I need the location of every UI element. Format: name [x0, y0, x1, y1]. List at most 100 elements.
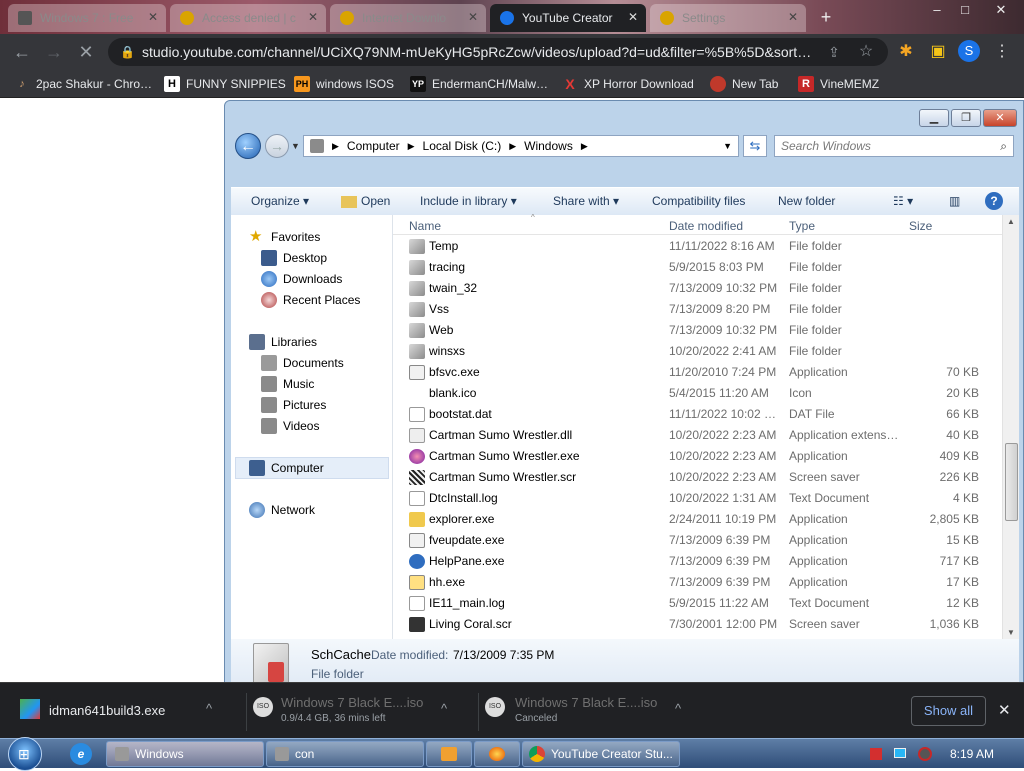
tab-access-denied[interactable]: Access denied | c ✕ — [170, 4, 326, 32]
share-with-button[interactable]: Share with ▾ — [553, 194, 619, 208]
taskbar-explorer[interactable]: Windows — [106, 741, 264, 767]
close-icon[interactable]: ✕ — [468, 10, 478, 24]
scroll-down-icon[interactable]: ▼ — [1007, 628, 1015, 637]
nav-favorites[interactable]: ★ Favorites — [249, 227, 320, 247]
file-row[interactable]: IE11_main.log 5/9/2015 11:22 AM Text Docum… — [393, 592, 1003, 613]
file-row[interactable]: Cartman Sumo Wrestler.scr 10/20/2022 2:23… — [393, 466, 1003, 487]
close-icon[interactable]: ✕ — [788, 10, 798, 24]
column-type[interactable]: Type — [789, 219, 815, 233]
file-row[interactable]: Living Coral.scr 7/30/2001 12:00 PM Screen… — [393, 613, 1003, 634]
nav-libraries[interactable]: Libraries — [249, 332, 317, 352]
back-arrow-icon[interactable]: ← — [10, 40, 34, 64]
file-row[interactable]: HelpPane.exe 7/13/2009 6:39 PM Application… — [393, 550, 1003, 571]
internet-explorer-icon[interactable]: e — [70, 743, 92, 765]
nav-videos[interactable]: Videos — [261, 416, 319, 436]
file-row[interactable]: blank.ico 5/4/2015 11:20 AM Icon 20 KB — [393, 382, 1003, 403]
explorer-minimize-button[interactable]: ▁ — [919, 109, 949, 127]
bookmark-funny-snippies[interactable]: H FUNNY SNIPPIES — [164, 75, 286, 93]
column-date[interactable]: Date modified — [669, 219, 743, 233]
search-input[interactable]: Search Windows ⌕ — [774, 135, 1014, 157]
breadcrumb-windows[interactable]: Windows — [524, 139, 573, 153]
chevron-right-icon[interactable]: ▶ — [509, 141, 516, 152]
minimize-button[interactable]: – — [924, 2, 950, 22]
help-icon[interactable]: ? — [985, 192, 1003, 210]
taskbar-media-player[interactable] — [426, 741, 472, 767]
close-icon[interactable]: ✕ — [628, 10, 638, 24]
breadcrumb-computer[interactable]: Computer — [347, 139, 400, 153]
bookmark-windows-isos[interactable]: PH windows ISOS — [294, 75, 394, 93]
file-row[interactable]: Cartman Sumo Wrestler.dll 10/20/2022 2:23… — [393, 424, 1003, 445]
explorer-maximize-button[interactable]: ❐ — [951, 109, 981, 127]
preview-pane-icon[interactable]: ▥ — [949, 194, 960, 208]
scroll-up-icon[interactable]: ▲ — [1007, 217, 1015, 226]
new-folder-button[interactable]: New folder — [778, 194, 835, 208]
file-row[interactable]: Web 7/13/2009 10:32 PM File folder — [393, 319, 1003, 340]
tab-windows7[interactable]: Windows 7 : Free ✕ — [8, 4, 166, 32]
nav-desktop[interactable]: Desktop — [261, 248, 327, 268]
file-row[interactable]: twain_32 7/13/2009 10:32 PM File folder — [393, 277, 1003, 298]
back-button[interactable]: ← — [235, 133, 261, 159]
close-icon[interactable]: ✕ — [148, 10, 158, 24]
taskbar-con[interactable]: con — [266, 741, 424, 767]
recent-pages-chevron-icon[interactable]: ▼ — [291, 141, 300, 151]
share-icon[interactable]: ⇪ — [822, 40, 846, 64]
tray-flag-icon[interactable] — [870, 748, 882, 760]
close-shelf-icon[interactable]: ✕ — [998, 701, 1011, 719]
close-icon[interactable]: ✕ — [308, 10, 318, 24]
explorer-titlebar[interactable]: ▁ ❐ ✕ — [225, 101, 1024, 131]
tab-internet-download[interactable]: Internet Downlo ✕ — [330, 4, 486, 32]
bookmark-vinememz[interactable]: R VineMEMZ — [798, 75, 879, 93]
bookmark-2pac[interactable]: ♪ 2pac Shakur - Chro… — [14, 75, 152, 93]
file-row[interactable]: tracing 5/9/2015 8:03 PM File folder — [393, 256, 1003, 277]
nav-downloads[interactable]: Downloads — [261, 269, 342, 289]
file-row[interactable]: bfsvc.exe 11/20/2010 7:24 PM Application 70… — [393, 361, 1003, 382]
maximize-button[interactable]: □ — [952, 2, 978, 22]
show-all-button[interactable]: Show all — [911, 696, 986, 726]
column-name[interactable]: Name — [409, 219, 441, 233]
bookmark-new-tab[interactable]: New Tab — [710, 75, 778, 93]
open-button[interactable]: Open — [341, 194, 390, 208]
nav-network[interactable]: Network — [249, 500, 315, 520]
breadcrumb-local-disk[interactable]: Local Disk (C:) — [423, 139, 502, 153]
file-row[interactable]: hh.exe 7/13/2009 6:39 PM Application 17 KB — [393, 571, 1003, 592]
new-tab-button[interactable]: + — [814, 6, 838, 28]
bookmark-endermanch[interactable]: YP EndermanCH/Malw… — [410, 75, 548, 93]
file-row[interactable]: winsxs 10/20/2022 2:41 AM File folder — [393, 340, 1003, 361]
nav-pictures[interactable]: Pictures — [261, 395, 326, 415]
download-item[interactable]: idman641build3.exe ^ — [14, 693, 230, 731]
profile-avatar[interactable]: S — [958, 40, 980, 62]
file-row[interactable]: explorer.exe 2/24/2011 10:19 PM Applicatio… — [393, 508, 1003, 529]
taskbar-paint[interactable] — [474, 741, 520, 767]
file-row[interactable]: bootstat.dat 11/11/2022 10:02 … DAT File 66… — [393, 403, 1003, 424]
menu-dots-icon[interactable]: ⋮ — [990, 40, 1014, 64]
nav-music[interactable]: Music — [261, 374, 314, 394]
clock[interactable]: 8:19 AM — [950, 747, 994, 761]
download-item[interactable]: ISO Windows 7 Black E....iso Canceled ^ — [478, 693, 692, 731]
refresh-icon[interactable]: ⇆ — [743, 135, 767, 157]
chevron-up-icon[interactable]: ^ — [206, 701, 212, 716]
nav-recent-places[interactable]: Recent Places — [261, 290, 360, 310]
tab-youtube-creator[interactable]: YouTube Creator ✕ — [490, 4, 646, 32]
forward-arrow-icon[interactable]: → — [42, 40, 66, 64]
column-size[interactable]: Size — [909, 219, 932, 233]
scroll-thumb[interactable] — [1005, 443, 1018, 521]
vertical-scrollbar[interactable]: ▲ ▼ — [1002, 215, 1019, 639]
bookmark-xp-horror[interactable]: X XP Horror Download — [562, 75, 694, 93]
file-row[interactable]: Vss 7/13/2009 8:20 PM File folder — [393, 298, 1003, 319]
view-options-icon[interactable]: ☷ ▾ — [893, 194, 913, 208]
start-button[interactable]: ⊞ — [8, 737, 42, 771]
file-row[interactable]: Cartman Sumo Wrestler.exe 10/20/2022 2:23… — [393, 445, 1003, 466]
bookmark-star-icon[interactable]: ☆ — [854, 40, 878, 64]
tray-monitor-icon[interactable] — [894, 748, 906, 758]
download-item[interactable]: ISO Windows 7 Black E....iso 0.9/4.4 GB,… — [246, 693, 460, 731]
nav-documents[interactable]: Documents — [261, 353, 344, 373]
chevron-right-icon[interactable]: ▶ — [332, 141, 339, 152]
explorer-close-button[interactable]: ✕ — [983, 109, 1017, 127]
compatibility-files-button[interactable]: Compatibility files — [652, 194, 745, 208]
chevron-down-icon[interactable]: ▼ — [723, 141, 732, 151]
close-window-button[interactable]: ✕ — [988, 2, 1014, 22]
taskbar-chrome[interactable]: YouTube Creator Stu... — [522, 741, 680, 767]
nav-computer[interactable]: Computer — [249, 458, 324, 478]
chevron-up-icon[interactable]: ^ — [441, 701, 447, 716]
organize-button[interactable]: Organize ▾ — [251, 194, 309, 208]
